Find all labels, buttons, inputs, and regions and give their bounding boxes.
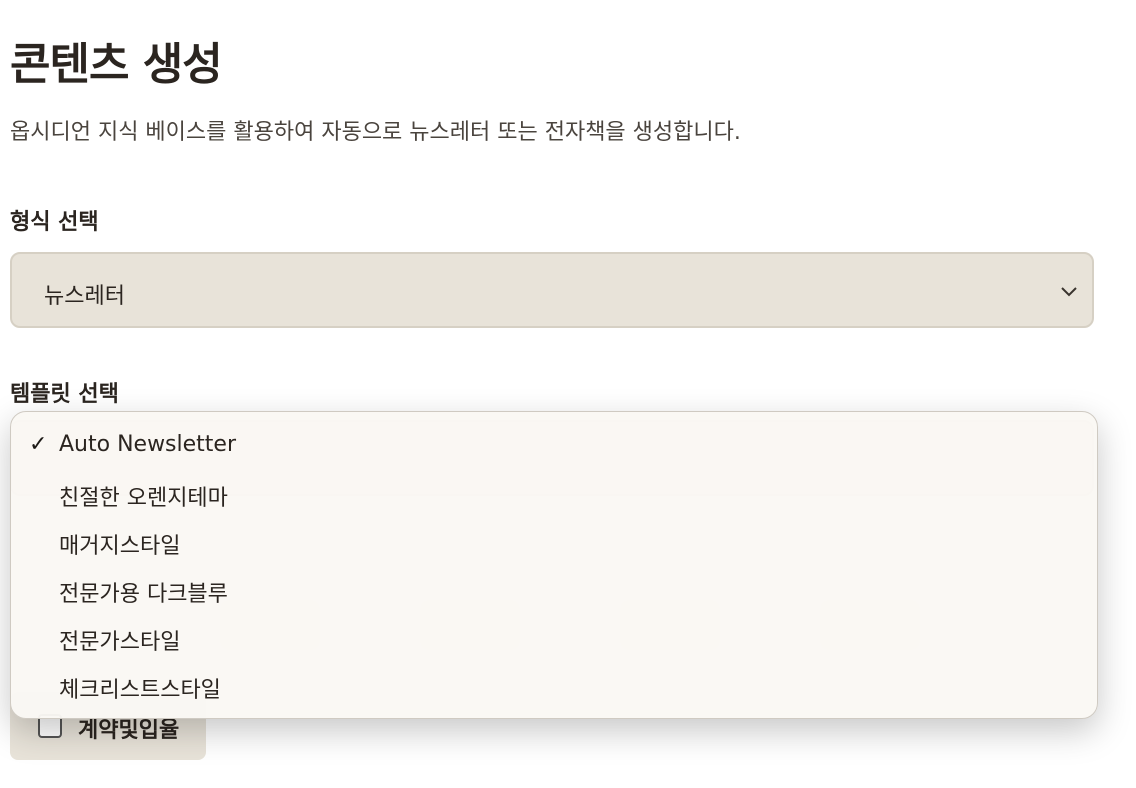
chevron-down-icon [1061,287,1077,297]
page-subtitle: 옵시디언 지식 베이스를 활용하여 자동으로 뉴스레터 또는 전자책을 생성합니… [10,120,741,145]
dropdown-option[interactable]: 체크리스트스타일 [59,672,221,704]
format-select-value: 뉴스레터 [44,284,125,309]
dropdown-option[interactable]: 매거지스타일 [59,528,180,560]
format-label: 형식 선택 [10,210,99,235]
dropdown-option[interactable]: 친절한 오렌지테마 [59,480,228,512]
template-dropdown-menu: ✓ Auto Newsletter 친절한 오렌지테마 매거지스타일 전문가용 … [10,411,1098,719]
dropdown-option[interactable]: 전문가용 다크블루 [59,576,228,608]
format-select[interactable]: 뉴스레터 [10,252,1094,328]
dropdown-option[interactable]: 전문가스타일 [59,624,180,656]
template-label: 템플릿 선택 [10,382,119,407]
checkmark-icon: ✓ [29,432,48,457]
page-title: 콘텐츠 생성 [10,39,223,90]
dropdown-option[interactable]: Auto Newsletter [59,432,236,457]
